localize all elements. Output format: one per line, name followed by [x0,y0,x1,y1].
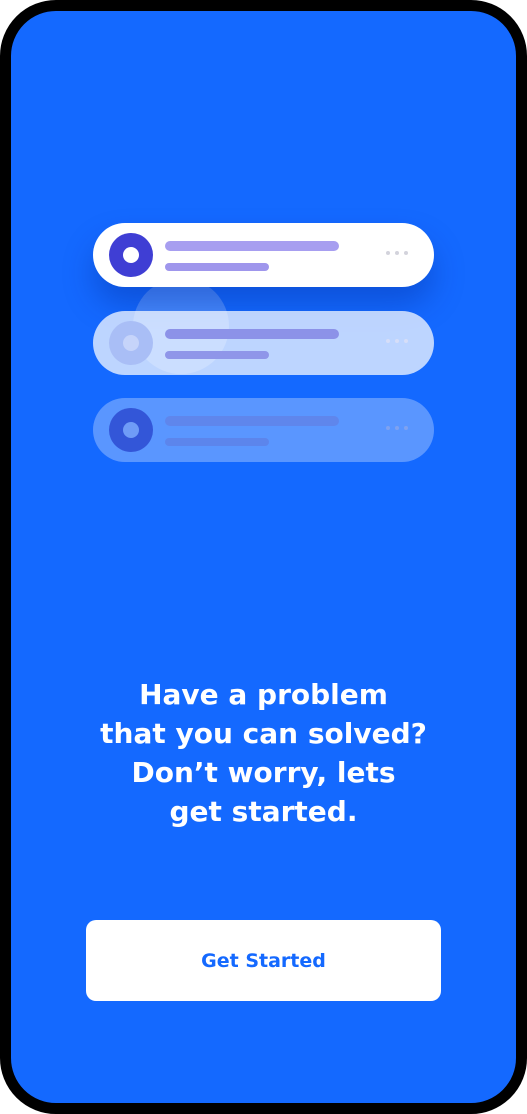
placeholder-line-title [165,416,339,426]
phone-frame: Have a problem that you can solved? Don’… [0,0,527,1114]
placeholder-line-subtitle [165,263,269,271]
placeholder-line-subtitle [165,438,269,446]
target-icon [109,408,153,452]
get-started-button[interactable]: Get Started [86,920,441,1001]
headline-line: that you can solved? [100,717,427,750]
list-card-secondary [93,311,434,375]
headline-line: Don’t worry, lets [131,756,396,789]
more-dots-icon [386,426,408,432]
list-illustration [11,11,516,531]
headline-line: Have a problem [139,678,388,711]
target-icon [109,321,153,365]
more-dots-icon [386,339,408,345]
more-dots-icon [386,251,408,257]
placeholder-line-subtitle [165,351,269,359]
headline-line: get started. [169,795,358,828]
placeholder-line-title [165,241,339,251]
placeholder-line-title [165,329,339,339]
onboarding-headline: Have a problem that you can solved? Don’… [41,675,486,831]
list-card-primary [93,223,434,287]
target-icon [109,233,153,277]
list-card-tertiary [93,398,434,462]
